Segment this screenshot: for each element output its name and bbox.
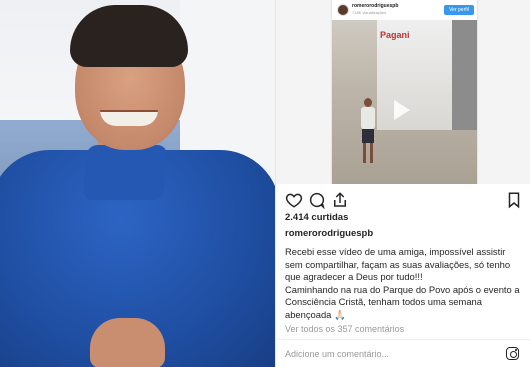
play-icon[interactable] <box>394 100 410 120</box>
smile <box>100 110 158 126</box>
caption-line: Consciência Cristã, tenham todos uma sem… <box>285 296 482 308</box>
embedded-video-card: romerorodriguespb 718K visualizações Ver… <box>276 0 530 184</box>
instagram-post: romerorodriguespb 718K visualizações Ver… <box>275 0 530 367</box>
comment-icon[interactable] <box>308 191 326 209</box>
video-player[interactable]: Pagani <box>332 20 477 184</box>
heart-icon[interactable] <box>285 191 303 209</box>
caption-line: que agradecer a Deus por tudo!!! <box>285 271 423 283</box>
video-header: romerorodriguespb 718K visualizações Ver… <box>332 0 477 20</box>
action-bar <box>276 188 530 210</box>
caption-line: Recebi esse vídeo de uma amiga, impossív… <box>285 246 506 257</box>
post-username[interactable]: romerorodriguespb <box>285 228 373 239</box>
collar <box>82 145 168 200</box>
building-gate <box>452 20 477 130</box>
caption-line: abençoada 🙏🏻 <box>285 308 346 320</box>
video-views: 718K visualizações <box>352 10 387 15</box>
likes-count[interactable]: 2.414 curtidas <box>285 212 348 223</box>
store-sign: Pagani <box>380 30 410 40</box>
bookmark-icon[interactable] <box>505 191 523 209</box>
view-all-comments-link[interactable]: Ver todos os 357 comentários <box>285 324 404 334</box>
walking-person <box>359 98 377 166</box>
hand <box>90 318 165 367</box>
caption-line: Caminhando na rua do Parque do Povo após… <box>285 283 520 295</box>
post-caption: Recebi esse vídeo de uma amiga, impossív… <box>285 246 525 322</box>
add-comment-input[interactable]: Adicione um comentário... <box>285 349 389 359</box>
view-profile-button[interactable]: Ver perfil <box>444 5 474 15</box>
divider <box>276 339 530 340</box>
video-username[interactable]: romerorodriguespb <box>352 3 398 9</box>
man-photo <box>0 0 275 367</box>
instagram-icon[interactable] <box>506 347 519 360</box>
hair <box>70 5 188 67</box>
caption-line: sem compartilhar, façam as suas avaliaçõ… <box>285 258 511 270</box>
avatar[interactable] <box>337 4 349 16</box>
share-icon[interactable] <box>331 191 349 209</box>
video-post: romerorodriguespb 718K visualizações Ver… <box>331 0 478 184</box>
